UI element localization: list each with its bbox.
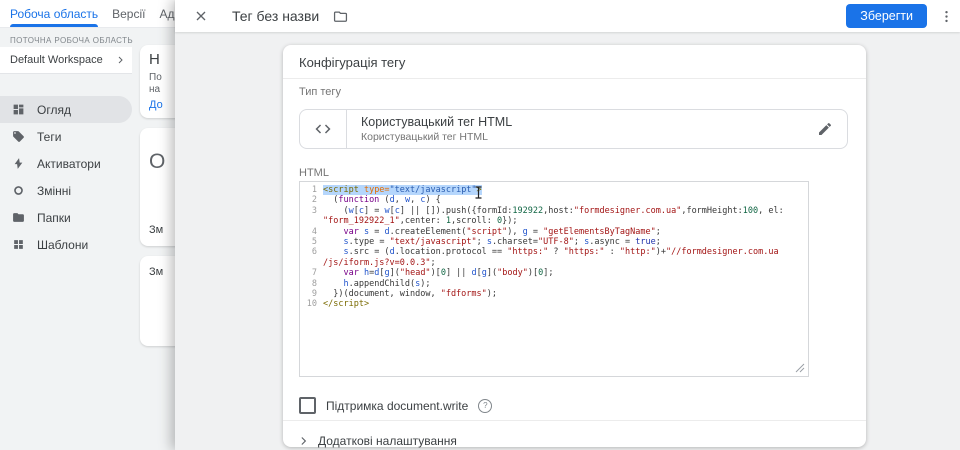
tag-type-selector[interactable]: Користувацький тег HTML Користувацький т…	[299, 109, 848, 149]
sidebar-item-overview[interactable]: Огляд	[0, 96, 132, 123]
tag-configuration-card: Конфігурація тегу Тип тегу Користувацьки…	[283, 45, 866, 447]
help-icon[interactable]: ?	[478, 399, 492, 413]
tag-type-text: Користувацький тег HTML Користувацький т…	[347, 115, 817, 143]
tag-title: Тег без назви	[232, 8, 319, 24]
edit-pencil-icon[interactable]	[817, 121, 833, 137]
overview-icon	[12, 103, 25, 116]
sidebar-item-folders[interactable]: Папки	[0, 204, 132, 231]
save-button[interactable]: Зберегти	[846, 4, 927, 28]
background-card-heading: О	[149, 150, 165, 174]
code-line: 6 s.src = (d.location.protocol == "https…	[300, 247, 808, 257]
advanced-settings-toggle[interactable]: Додаткові налаштування	[296, 428, 457, 450]
sidebar-item-templates[interactable]: Шаблони	[0, 231, 132, 258]
sidebar-item-label: Активатори	[37, 157, 101, 171]
tag-type-description: Користувацький тег HTML	[361, 131, 817, 143]
background-card-text: Зм	[149, 266, 163, 278]
code-line: 5 s.type = "text/javascript"; s.charset=…	[300, 237, 808, 247]
background-card-text: на	[149, 84, 160, 95]
tab-workspace-label: Робоча область	[10, 7, 98, 21]
html-field-label: HTML	[299, 167, 329, 179]
folder-icon	[12, 211, 25, 224]
code-brackets-icon	[300, 110, 347, 148]
sidebar-item-variables[interactable]: Змінні	[0, 177, 132, 204]
resize-handle-icon[interactable]	[795, 363, 805, 373]
templates-icon	[12, 238, 25, 251]
close-icon[interactable]	[192, 7, 210, 25]
divider	[283, 78, 866, 79]
code-line: 4 var s = d.createElement("script"), g =…	[300, 227, 808, 237]
code-line: 2 (function (d, w, c) {	[300, 195, 808, 205]
sidebar-item-label: Шаблони	[37, 238, 88, 252]
background-card-text: По	[149, 72, 162, 83]
tag-type-name: Користувацький тег HTML	[361, 115, 817, 129]
background-card-link[interactable]: До	[149, 99, 163, 111]
sidebar-item-triggers[interactable]: Активатори	[0, 150, 132, 177]
html-code-editor[interactable]: 1<script type="text/javascript">2 (funct…	[299, 181, 809, 377]
variables-icon	[12, 184, 25, 197]
background-card-heading: Н	[149, 51, 160, 68]
code-rows: 1<script type="text/javascript">2 (funct…	[300, 182, 808, 310]
background-card-text: Зм	[149, 224, 163, 236]
tab-workspace[interactable]: Робоча область	[10, 0, 98, 27]
tab-versions-label: Версії	[112, 7, 145, 21]
current-workspace-caption: ПОТОЧНА РОБОЧА ОБЛАСТЬ	[10, 36, 133, 45]
sidebar-item-label: Змінні	[37, 184, 71, 198]
workspace-selector[interactable]: Default Workspace	[0, 47, 132, 74]
document-write-row: Підтримка document.write ?	[299, 397, 492, 414]
trigger-icon	[12, 157, 25, 170]
code-line: 3 (w[c] = w[c] || []).push({formId:19292…	[300, 206, 808, 216]
card-title: Конфігурація тегу	[299, 55, 405, 70]
kebab-menu-icon[interactable]	[937, 7, 955, 25]
sidebar-item-label: Теги	[37, 130, 61, 144]
workspace-name: Default Workspace	[10, 54, 103, 66]
drawer-header: Тег без назви Зберегти	[175, 0, 960, 32]
gtm-app: Робоча область Версії Адмін ПОТОЧНА РОБО…	[0, 0, 960, 450]
tab-versions[interactable]: Версії	[112, 0, 145, 27]
drawer-body: Конфігурація тегу Тип тегу Користувацьки…	[175, 32, 960, 450]
code-line: /js/iform.js?v=0.0.3";	[300, 258, 808, 268]
text-cursor-icon	[474, 186, 483, 199]
sidebar-item-label: Огляд	[37, 103, 71, 117]
tag-type-label: Тип тегу	[299, 86, 341, 98]
sidebar-item-label: Папки	[37, 211, 71, 225]
code-line: 10</script>	[300, 299, 808, 309]
code-line: 8 h.appendChild(s);	[300, 279, 808, 289]
sidebar: Огляд Теги Активатори Змінні Папки Шабло…	[0, 96, 132, 258]
tag-icon	[12, 130, 25, 143]
sidebar-item-tags[interactable]: Теги	[0, 123, 132, 150]
code-line: "form_192922_1",center: 1,scroll: 0});	[300, 216, 808, 226]
advanced-settings-label: Додаткові налаштування	[318, 434, 457, 448]
document-write-label: Підтримка document.write	[326, 399, 468, 413]
divider	[283, 420, 866, 421]
document-write-checkbox[interactable]	[299, 397, 316, 414]
tag-editor-drawer: Тег без назви Зберегти Конфігурація тегу…	[175, 0, 960, 450]
chevron-right-icon	[296, 434, 310, 448]
code-line: 7 var h=d[g]("head")[0] || d[g]("body")[…	[300, 268, 808, 278]
chevron-right-icon	[114, 54, 126, 66]
code-line: 9 })(document, window, "fdforms");	[300, 289, 808, 299]
code-line: 1<script type="text/javascript">	[300, 185, 808, 195]
move-to-folder-icon[interactable]	[333, 9, 348, 24]
